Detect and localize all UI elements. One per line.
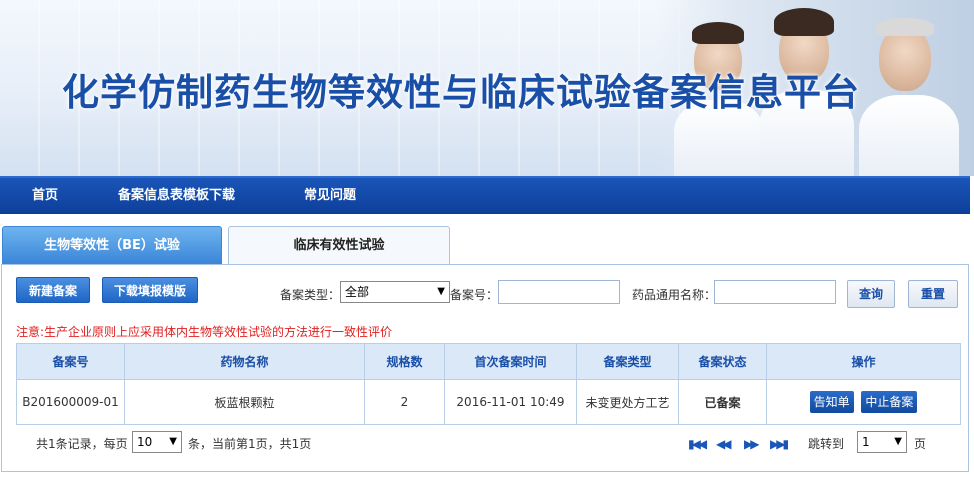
col-header-first-time: 首次备案时间: [444, 343, 577, 380]
first-page-icon[interactable]: ▮◀◀: [688, 437, 707, 451]
nav-item-template-download[interactable]: 备案信息表模板下载: [118, 178, 235, 214]
nav-item-faq[interactable]: 常见问题: [304, 178, 356, 214]
dropdown-arrow-icon: ▼: [437, 286, 445, 297]
col-header-actions: 操作: [766, 343, 961, 380]
record-type-value: 全部: [345, 285, 370, 299]
drug-name-label: 药品通用名称：: [632, 288, 717, 302]
download-template-button[interactable]: 下载填报模版: [102, 277, 198, 303]
notice-form-button[interactable]: 告知单: [809, 391, 854, 413]
cell-first-time: 2016-11-01 10:49: [444, 379, 577, 425]
cell-record-type: 未变更处方工艺: [576, 379, 679, 425]
record-no-input[interactable]: [498, 280, 620, 304]
col-header-status: 备案状态: [678, 343, 767, 380]
suspend-record-button[interactable]: 中止备案: [861, 391, 918, 413]
jump-label: 跳转到: [808, 437, 845, 451]
table-header-row: 备案号 药物名称 规格数 首次备案时间 备案类型 备案状态 操作: [16, 343, 961, 380]
query-button[interactable]: 查询: [847, 280, 895, 308]
record-type-label: 备案类型：: [280, 288, 341, 302]
site-title: 化学仿制药生物等效性与临床试验备案信息平台: [62, 71, 860, 114]
col-header-spec-count: 规格数: [364, 343, 445, 380]
cell-drug-name: 板蓝根颗粒: [124, 379, 365, 425]
record-type-select[interactable]: 全部 ▼: [340, 281, 450, 303]
nav-item-home[interactable]: 首页: [32, 178, 58, 214]
dropdown-arrow-icon: ▼: [894, 436, 902, 447]
last-page-icon[interactable]: ▶▶▮: [770, 437, 789, 451]
doctor-hair-2: [774, 8, 834, 36]
doctor-hair-3: [876, 18, 934, 36]
tab-clinical-trial[interactable]: 临床有效性试验: [228, 226, 450, 265]
page-size-value: 10: [137, 435, 153, 449]
page-size-select[interactable]: 10 ▼: [132, 431, 182, 453]
cell-record-no: B201600009-01: [16, 379, 125, 425]
record-no-label: 备案号：: [450, 288, 499, 302]
header-banner: 化学仿制药生物等效性与临床试验备案信息平台: [0, 0, 974, 176]
content-panel: 新建备案 下载填报模版 备案类型： 全部 ▼ 备案号： 药品通用名称： 查询 重…: [1, 264, 969, 472]
reset-button[interactable]: 重置: [908, 280, 958, 308]
records-table: 备案号 药物名称 规格数 首次备案时间 备案类型 备案状态 操作 B201600…: [16, 343, 961, 425]
col-header-record-no: 备案号: [16, 343, 125, 380]
next-page-icon[interactable]: ▶▶: [744, 437, 760, 451]
doctor-figure-3: [859, 95, 959, 176]
pager-summary-suffix: 条，当前第1页，共1页: [188, 437, 312, 451]
notice-text: 注意:生产企业原则上应采用体内生物等效性试验的方法进行一致性评价: [16, 325, 393, 339]
cell-spec-count: 2: [364, 379, 445, 425]
col-header-record-type: 备案类型: [576, 343, 679, 380]
jump-page-value: 1: [862, 435, 870, 449]
new-record-button[interactable]: 新建备案: [16, 277, 90, 303]
page-unit-label: 页: [914, 437, 927, 451]
cell-actions: 告知单 中止备案: [766, 379, 961, 425]
pager-summary-prefix: 共1条记录，每页: [36, 437, 128, 451]
dropdown-arrow-icon: ▼: [169, 436, 177, 447]
prev-page-icon[interactable]: ◀◀: [716, 437, 732, 451]
table-row: B201600009-01 板蓝根颗粒 2 2016-11-01 10:49 未…: [16, 379, 961, 425]
doctor-hair-1: [692, 22, 744, 44]
tab-be-trial[interactable]: 生物等效性（BE）试验: [2, 226, 222, 264]
main-nav: 首页 备案信息表模板下载 常见问题: [0, 176, 970, 214]
col-header-drug-name: 药物名称: [124, 343, 365, 380]
cell-status: 已备案: [678, 379, 767, 425]
drug-name-input[interactable]: [714, 280, 836, 304]
jump-page-select[interactable]: 1 ▼: [857, 431, 907, 453]
